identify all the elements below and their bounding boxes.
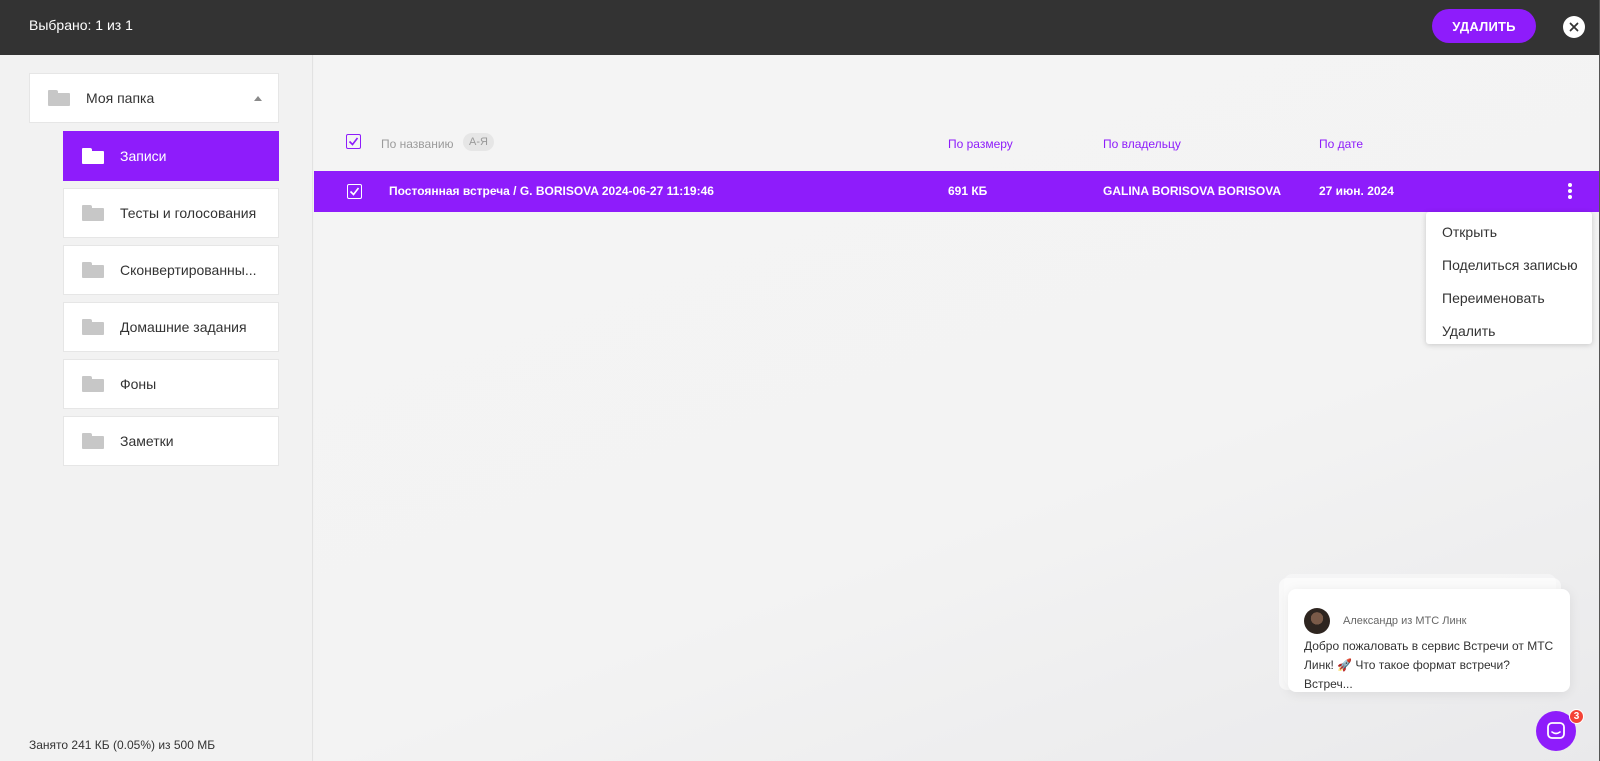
chat-sender: Александр из МТС Линк xyxy=(1343,615,1467,627)
chat-message-text: Добро пожаловать в сервис Встречи от МТС… xyxy=(1304,639,1554,691)
folder-item-converted[interactable]: Сконвертированны... xyxy=(63,245,279,295)
close-selection-button[interactable] xyxy=(1563,16,1585,38)
delete-button[interactable]: УДАЛИТЬ xyxy=(1432,9,1536,43)
sort-order-badge[interactable]: А-Я xyxy=(463,133,494,151)
checkmark-icon xyxy=(349,187,360,196)
menu-item-open[interactable]: Открыть xyxy=(1426,216,1592,249)
row-checkbox[interactable] xyxy=(347,184,362,199)
folder-label: Записи xyxy=(120,148,167,164)
folder-icon xyxy=(82,262,104,278)
folder-icon xyxy=(82,205,104,221)
sort-by-date[interactable]: По дате xyxy=(1319,137,1363,151)
folder-item-backgrounds[interactable]: Фоны xyxy=(63,359,279,409)
folder-item-recordings[interactable]: Записи xyxy=(63,131,279,181)
folder-label: Заметки xyxy=(120,433,174,449)
chat-message-preview[interactable]: Александр из МТС Линк Добро пожаловать в… xyxy=(1288,589,1570,692)
folder-item-homework[interactable]: Домашние задания xyxy=(63,302,279,352)
folder-label: Тесты и голосования xyxy=(120,205,257,221)
menu-item-delete[interactable]: Удалить xyxy=(1426,315,1592,348)
folder-icon xyxy=(48,90,70,106)
sort-by-name[interactable]: По названию xyxy=(381,137,454,151)
table-row[interactable]: Постоянная встреча / G. BORISOVA 2024-06… xyxy=(314,171,1600,212)
folder-item-tests[interactable]: Тесты и голосования xyxy=(63,188,279,238)
folder-icon xyxy=(82,433,104,449)
avatar xyxy=(1304,608,1330,634)
file-date: 27 июн. 2024 xyxy=(1319,184,1394,198)
more-options-icon[interactable] xyxy=(1567,183,1573,201)
file-size: 691 КБ xyxy=(948,184,988,198)
menu-item-rename[interactable]: Переименовать xyxy=(1426,282,1592,315)
folder-icon xyxy=(82,319,104,335)
folder-item-notes[interactable]: Заметки xyxy=(63,416,279,466)
checkmark-icon xyxy=(348,137,359,146)
close-icon xyxy=(1569,22,1579,32)
menu-item-share[interactable]: Поделиться записью xyxy=(1426,249,1592,282)
select-all-checkbox[interactable] xyxy=(346,134,361,149)
storage-usage: Занято 241 КБ (0.05%) из 500 МБ xyxy=(29,738,216,752)
folder-label: Сконвертированны... xyxy=(120,262,257,278)
sort-by-size[interactable]: По размеру xyxy=(948,137,1013,151)
folder-sidebar: Моя папка Записи Тесты и голосования Ско… xyxy=(0,55,313,761)
root-folder-label: Моя папка xyxy=(86,90,155,106)
file-owner: GALINA BORISOVA BORISOVA xyxy=(1103,184,1282,198)
folder-label: Домашние задания xyxy=(120,319,247,335)
file-name: Постоянная встреча / G. BORISOVA 2024-06… xyxy=(389,184,714,198)
selection-count: Выбрано: 1 из 1 xyxy=(29,17,133,33)
folder-label: Фоны xyxy=(120,376,157,392)
folder-icon xyxy=(82,148,104,164)
context-menu: Открыть Поделиться записью Переименовать… xyxy=(1426,212,1592,344)
collapse-caret-icon[interactable] xyxy=(254,96,262,101)
sort-by-owner[interactable]: По владельцу xyxy=(1103,137,1181,151)
selection-toolbar: Выбрано: 1 из 1 УДАЛИТЬ xyxy=(0,0,1600,55)
unread-count-badge: 3 xyxy=(1569,709,1584,724)
folder-icon xyxy=(82,376,104,392)
chat-bubble-icon xyxy=(1547,722,1565,739)
root-folder-my-folder[interactable]: Моя папка xyxy=(29,73,279,123)
